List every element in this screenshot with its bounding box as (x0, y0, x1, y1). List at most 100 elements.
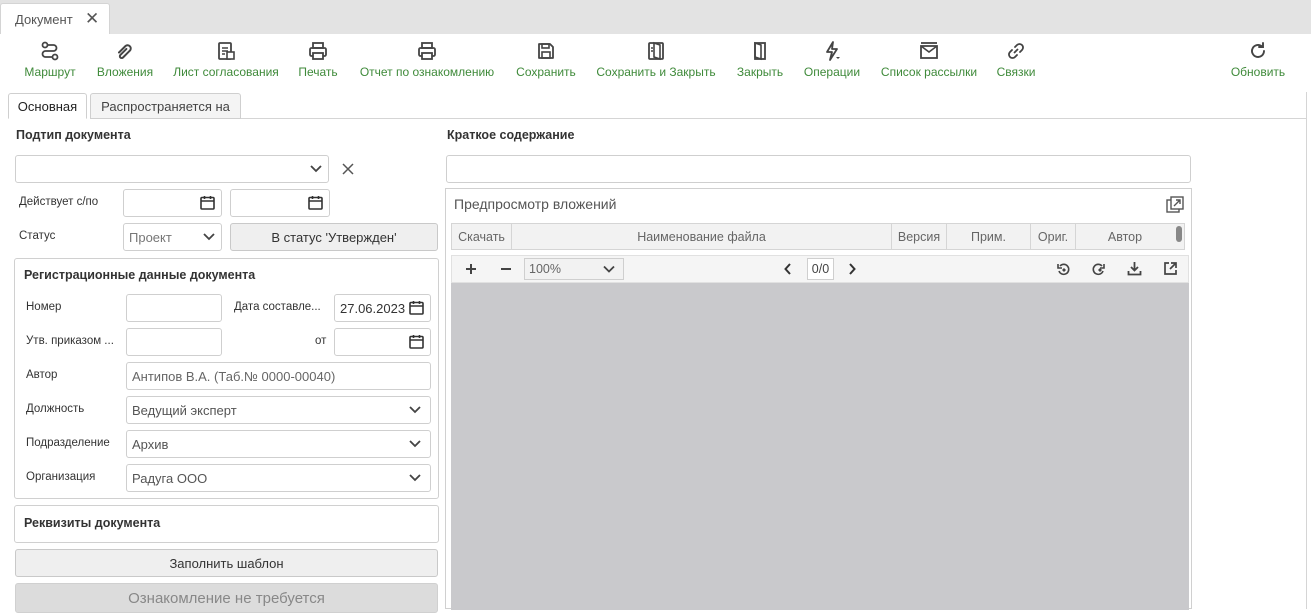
approval-sheet-button[interactable]: Лист согласования (172, 34, 280, 84)
clear-subtype-icon[interactable] (342, 163, 354, 175)
col-author-label: Автор (1107, 229, 1143, 244)
route-label: Маршрут (24, 65, 76, 79)
registration-title: Регистрационные данные документа (24, 268, 256, 282)
number-input[interactable] (126, 294, 222, 322)
rotate-left-icon[interactable] (1056, 262, 1071, 277)
col-version-label: Версия (897, 229, 941, 244)
preview-panel: Предпросмотр вложений Скачать Наименован… (445, 188, 1192, 610)
zoom-in-icon[interactable] (465, 263, 477, 275)
prev-page-icon[interactable] (784, 263, 792, 275)
floppy-icon (538, 43, 554, 59)
calendar-icon[interactable] (200, 195, 215, 210)
preview-title: Предпросмотр вложений (454, 196, 617, 212)
org-select[interactable]: Радуга ООО (126, 464, 431, 492)
order-input[interactable] (126, 328, 222, 356)
document-viewer[interactable] (451, 283, 1189, 610)
fill-template-button[interactable]: Заполнить шаблон (15, 549, 438, 577)
col-author[interactable]: Автор (1076, 224, 1174, 249)
save-close-button[interactable]: Сохранить и Закрыть (594, 34, 718, 84)
col-filename-label: Наименование файла (637, 229, 766, 244)
expand-icon[interactable] (1166, 196, 1184, 213)
calendar-icon[interactable] (409, 300, 424, 315)
col-note[interactable]: Прим. (947, 224, 1031, 249)
col-version[interactable]: Версия (892, 224, 947, 249)
route-icon (41, 41, 59, 61)
refresh-label: Обновить (1230, 65, 1286, 79)
valid-label: Действует с/по (19, 196, 99, 208)
attachments-label: Вложения (96, 65, 154, 79)
tab-applies[interactable]: Распространяется на (90, 93, 241, 119)
save-label: Сохранить (516, 65, 576, 79)
mailing-button[interactable]: Список рассылки (878, 34, 980, 84)
page-input[interactable]: 0/0 (807, 258, 834, 280)
summary-label: Краткое содержание (447, 128, 575, 142)
printer-icon (309, 42, 327, 60)
department-select[interactable]: Архив (126, 430, 431, 458)
operations-label: Операции (803, 65, 861, 79)
printer-icon (418, 42, 436, 60)
position-label: Должность (26, 403, 85, 415)
date-label: Дата составле... (234, 301, 321, 313)
org-value: Радуга ООО (132, 470, 208, 486)
open-external-icon[interactable] (1163, 261, 1178, 276)
links-button[interactable]: Связки (994, 34, 1038, 84)
viewer-toolbar: 100% 0/0 (451, 255, 1189, 283)
tab-strip: Документ ✕ (0, 0, 1311, 34)
valid-from-input[interactable] (123, 189, 222, 217)
order-date-input[interactable] (334, 328, 431, 356)
position-value: Ведущий эксперт (132, 402, 237, 418)
col-original-label: Ориг. (1037, 229, 1069, 244)
department-value: Архив (132, 436, 169, 452)
org-label: Организация (26, 471, 96, 483)
summary-input[interactable] (446, 155, 1191, 183)
status-label: Статус (19, 230, 56, 242)
rotate-right-icon[interactable] (1091, 262, 1106, 277)
toolbar: Маршрут Вложения Лист согласования Печат… (0, 34, 1311, 84)
next-page-icon[interactable] (848, 263, 856, 275)
to-approved-label: В статус 'Утвержден' (271, 229, 397, 245)
col-filename[interactable]: Наименование файла (512, 224, 892, 249)
save-button[interactable]: Сохранить (514, 34, 578, 84)
chevron-down-icon (203, 233, 215, 241)
tab-applies-label: Распространяется на (101, 98, 230, 114)
number-label: Номер (26, 301, 62, 313)
mail-list-icon (920, 42, 938, 59)
from-label: от (315, 335, 327, 347)
calendar-icon[interactable] (308, 195, 323, 210)
paperclip-icon (118, 44, 132, 59)
route-button[interactable]: Маршрут (22, 34, 78, 84)
chevron-down-icon (409, 440, 421, 448)
status-select[interactable]: Проект (123, 223, 222, 251)
refresh-button[interactable]: Обновить (1228, 34, 1288, 84)
zoom-out-icon[interactable] (500, 263, 512, 275)
col-download[interactable]: Скачать (452, 224, 512, 249)
status-value: Проект (129, 229, 172, 245)
download-icon[interactable] (1127, 261, 1142, 276)
col-note-label: Прим. (971, 229, 1006, 244)
zoom-value: 100% (529, 262, 561, 276)
document-tab[interactable]: Документ ✕ (0, 3, 110, 34)
valid-to-input[interactable] (230, 189, 330, 217)
col-original[interactable]: Ориг. (1031, 224, 1076, 249)
author-input[interactable]: Антипов В.А. (Таб.№ 0000-00040) (126, 362, 431, 390)
date-value: 27.06.2023 (340, 300, 406, 316)
subtype-select[interactable] (15, 155, 329, 183)
chevron-down-icon (409, 474, 421, 482)
operations-button[interactable]: Операции (801, 34, 863, 84)
close-button[interactable]: Закрыть (734, 34, 786, 84)
zoom-select[interactable]: 100% (524, 258, 624, 280)
department-label: Подразделение (26, 437, 110, 449)
close-tab-icon[interactable]: ✕ (85, 9, 99, 29)
date-input[interactable]: 27.06.2023 (334, 294, 431, 322)
link-icon (1008, 43, 1024, 59)
fill-template-label: Заполнить шаблон (169, 555, 284, 571)
position-select[interactable]: Ведущий эксперт (126, 396, 431, 424)
attachments-button[interactable]: Вложения (95, 34, 155, 84)
document-tab-label: Документ (15, 11, 73, 27)
print-button[interactable]: Печать (296, 34, 340, 84)
calendar-icon[interactable] (409, 334, 424, 349)
grid-scrollbar[interactable] (1174, 224, 1184, 249)
tab-main[interactable]: Основная (8, 93, 87, 119)
to-approved-button[interactable]: В статус 'Утвержден' (230, 223, 438, 251)
report-button[interactable]: Отчет по ознакомлению (356, 34, 498, 84)
